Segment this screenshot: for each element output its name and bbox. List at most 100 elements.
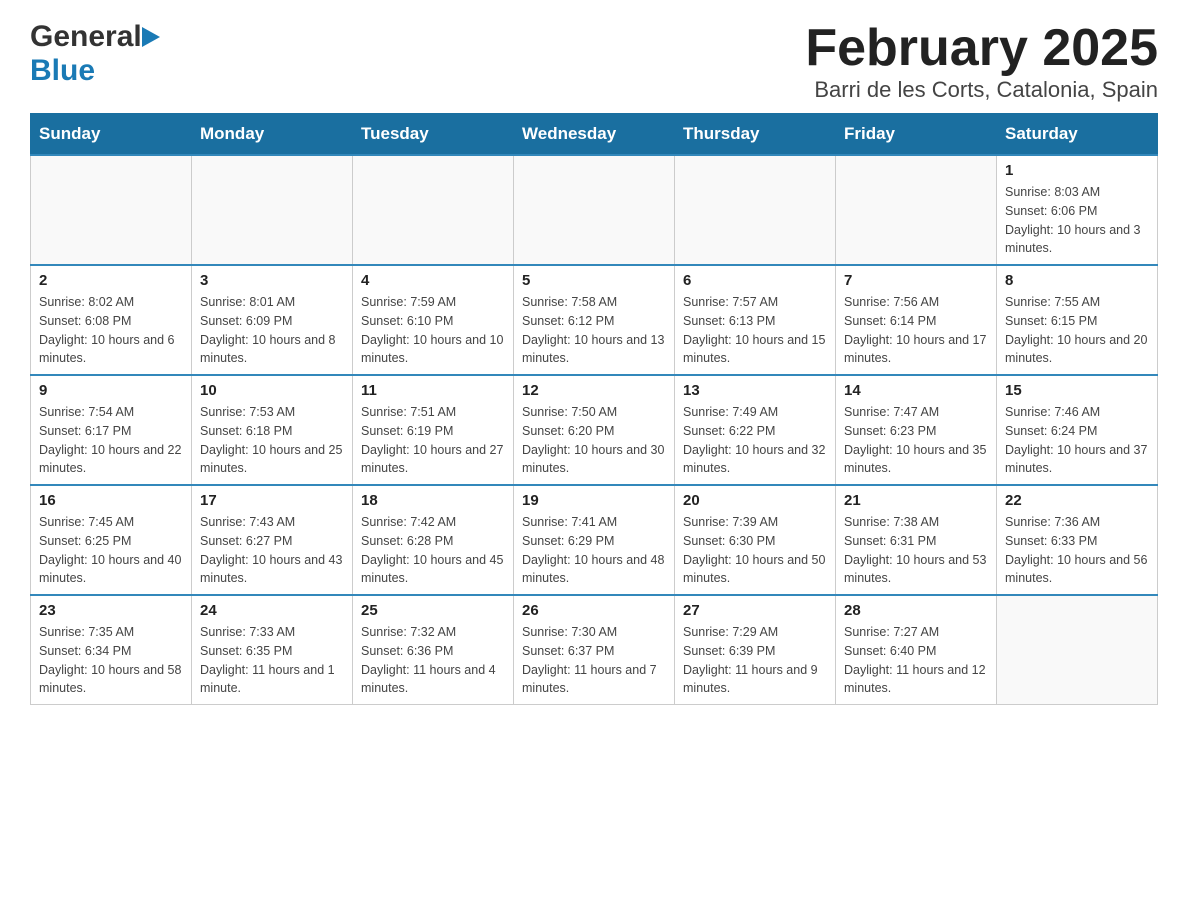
- day-info: Sunrise: 8:01 AM Sunset: 6:09 PM Dayligh…: [200, 293, 344, 368]
- day-info: Sunrise: 7:43 AM Sunset: 6:27 PM Dayligh…: [200, 513, 344, 588]
- day-info: Sunrise: 7:39 AM Sunset: 6:30 PM Dayligh…: [683, 513, 827, 588]
- day-info: Sunrise: 7:53 AM Sunset: 6:18 PM Dayligh…: [200, 403, 344, 478]
- calendar-cell: [836, 155, 997, 265]
- day-number: 4: [361, 272, 505, 289]
- calendar-cell: 5 Sunrise: 7:58 AM Sunset: 6:12 PM Daylig…: [514, 265, 675, 375]
- day-number: 27: [683, 602, 827, 619]
- day-number: 7: [844, 272, 988, 289]
- day-number: 11: [361, 382, 505, 399]
- day-number: 20: [683, 492, 827, 509]
- day-info: Sunrise: 8:02 AM Sunset: 6:08 PM Dayligh…: [39, 293, 183, 368]
- logo: General Blue: [30, 20, 160, 88]
- logo-arrow-icon: [142, 27, 160, 47]
- calendar-cell: [675, 155, 836, 265]
- calendar-cell: 14Sunrise: 7:47 AM Sunset: 6:23 PM Dayli…: [836, 375, 997, 485]
- calendar-cell: 15 Sunrise: 7:46 AM Sunset: 6:24 PM Dayli…: [997, 375, 1158, 485]
- week-row-2: 2 Sunrise: 8:02 AM Sunset: 6:08 PM Daylig…: [31, 265, 1158, 375]
- day-info: Sunrise: 7:57 AM Sunset: 6:13 PM Dayligh…: [683, 293, 827, 368]
- calendar-header-row: SundayMondayTuesdayWednesdayThursdayFrid…: [31, 114, 1158, 156]
- calendar-cell: 1 Sunrise: 8:03 AM Sunset: 6:06 PM Daylig…: [997, 155, 1158, 265]
- day-info: Sunrise: 7:54 AM Sunset: 6:17 PM Dayligh…: [39, 403, 183, 478]
- weekday-header-tuesday: Tuesday: [353, 114, 514, 156]
- day-info: Sunrise: 7:46 AM Sunset: 6:24 PM Dayligh…: [1005, 403, 1149, 478]
- day-info: Sunrise: 8:03 AM Sunset: 6:06 PM Dayligh…: [1005, 183, 1149, 258]
- calendar-cell: 4 Sunrise: 7:59 AM Sunset: 6:10 PM Daylig…: [353, 265, 514, 375]
- calendar-cell: [31, 155, 192, 265]
- day-number: 24: [200, 602, 344, 619]
- calendar-cell: 24 Sunrise: 7:33 AM Sunset: 6:35 PM Dayli…: [192, 595, 353, 705]
- day-number: 2: [39, 272, 183, 289]
- day-info: Sunrise: 7:50 AM Sunset: 6:20 PM Dayligh…: [522, 403, 666, 478]
- weekday-header-wednesday: Wednesday: [514, 114, 675, 156]
- day-number: 16: [39, 492, 183, 509]
- day-info: Sunrise: 7:29 AM Sunset: 6:39 PM Dayligh…: [683, 623, 827, 698]
- day-info: Sunrise: 7:55 AM Sunset: 6:15 PM Dayligh…: [1005, 293, 1149, 368]
- calendar-cell: 27 Sunrise: 7:29 AM Sunset: 6:39 PM Dayli…: [675, 595, 836, 705]
- day-number: 19: [522, 492, 666, 509]
- day-number: 12: [522, 382, 666, 399]
- week-row-5: 23Sunrise: 7:35 AM Sunset: 6:34 PM Dayli…: [31, 595, 1158, 705]
- day-number: 23: [39, 602, 183, 619]
- day-number: 22: [1005, 492, 1149, 509]
- weekday-header-monday: Monday: [192, 114, 353, 156]
- day-info: Sunrise: 7:51 AM Sunset: 6:19 PM Dayligh…: [361, 403, 505, 478]
- calendar-title: February 2025: [805, 20, 1158, 77]
- calendar-cell: 17 Sunrise: 7:43 AM Sunset: 6:27 PM Dayli…: [192, 485, 353, 595]
- day-info: Sunrise: 7:58 AM Sunset: 6:12 PM Dayligh…: [522, 293, 666, 368]
- day-info: Sunrise: 7:38 AM Sunset: 6:31 PM Dayligh…: [844, 513, 988, 588]
- day-info: Sunrise: 7:56 AM Sunset: 6:14 PM Dayligh…: [844, 293, 988, 368]
- calendar-cell: 19 Sunrise: 7:41 AM Sunset: 6:29 PM Dayli…: [514, 485, 675, 595]
- day-number: 28: [844, 602, 988, 619]
- calendar-cell: 6 Sunrise: 7:57 AM Sunset: 6:13 PM Daylig…: [675, 265, 836, 375]
- day-info: Sunrise: 7:42 AM Sunset: 6:28 PM Dayligh…: [361, 513, 505, 588]
- weekday-header-sunday: Sunday: [31, 114, 192, 156]
- calendar-cell: 11 Sunrise: 7:51 AM Sunset: 6:19 PM Dayli…: [353, 375, 514, 485]
- weekday-header-saturday: Saturday: [997, 114, 1158, 156]
- calendar-cell: 20 Sunrise: 7:39 AM Sunset: 6:30 PM Dayli…: [675, 485, 836, 595]
- logo-general-text: General: [30, 20, 142, 54]
- calendar-cell: 10 Sunrise: 7:53 AM Sunset: 6:18 PM Dayli…: [192, 375, 353, 485]
- day-number: 26: [522, 602, 666, 619]
- calendar-cell: 13 Sunrise: 7:49 AM Sunset: 6:22 PM Dayli…: [675, 375, 836, 485]
- day-number: 21: [844, 492, 988, 509]
- calendar-cell: [353, 155, 514, 265]
- day-number: 6: [683, 272, 827, 289]
- day-info: Sunrise: 7:41 AM Sunset: 6:29 PM Dayligh…: [522, 513, 666, 588]
- day-number: 13: [683, 382, 827, 399]
- calendar-cell: 26 Sunrise: 7:30 AM Sunset: 6:37 PM Dayli…: [514, 595, 675, 705]
- calendar-cell: [514, 155, 675, 265]
- day-number: 15: [1005, 382, 1149, 399]
- calendar-cell: 21 Sunrise: 7:38 AM Sunset: 6:31 PM Dayli…: [836, 485, 997, 595]
- day-number: 10: [200, 382, 344, 399]
- day-info: Sunrise: 7:30 AM Sunset: 6:37 PM Dayligh…: [522, 623, 666, 698]
- calendar-cell: 23Sunrise: 7:35 AM Sunset: 6:34 PM Dayli…: [31, 595, 192, 705]
- calendar-cell: 3 Sunrise: 8:01 AM Sunset: 6:09 PM Daylig…: [192, 265, 353, 375]
- logo-blue-text: Blue: [30, 54, 95, 87]
- day-number: 5: [522, 272, 666, 289]
- calendar-cell: 22 Sunrise: 7:36 AM Sunset: 6:33 PM Dayli…: [997, 485, 1158, 595]
- day-info: Sunrise: 7:49 AM Sunset: 6:22 PM Dayligh…: [683, 403, 827, 478]
- calendar-cell: 8 Sunrise: 7:55 AM Sunset: 6:15 PM Daylig…: [997, 265, 1158, 375]
- day-number: 8: [1005, 272, 1149, 289]
- day-info: Sunrise: 7:47 AM Sunset: 6:23 PM Dayligh…: [844, 403, 988, 478]
- weekday-header-friday: Friday: [836, 114, 997, 156]
- week-row-4: 16Sunrise: 7:45 AM Sunset: 6:25 PM Dayli…: [31, 485, 1158, 595]
- day-number: 17: [200, 492, 344, 509]
- calendar-cell: 12 Sunrise: 7:50 AM Sunset: 6:20 PM Dayli…: [514, 375, 675, 485]
- day-number: 3: [200, 272, 344, 289]
- week-row-1: 1 Sunrise: 8:03 AM Sunset: 6:06 PM Daylig…: [31, 155, 1158, 265]
- day-info: Sunrise: 7:36 AM Sunset: 6:33 PM Dayligh…: [1005, 513, 1149, 588]
- calendar-cell: 7 Sunrise: 7:56 AM Sunset: 6:14 PM Daylig…: [836, 265, 997, 375]
- calendar-cell: 28 Sunrise: 7:27 AM Sunset: 6:40 PM Dayli…: [836, 595, 997, 705]
- day-number: 1: [1005, 162, 1149, 179]
- calendar-cell: 18 Sunrise: 7:42 AM Sunset: 6:28 PM Dayli…: [353, 485, 514, 595]
- day-info: Sunrise: 7:33 AM Sunset: 6:35 PM Dayligh…: [200, 623, 344, 698]
- day-info: Sunrise: 7:59 AM Sunset: 6:10 PM Dayligh…: [361, 293, 505, 368]
- day-number: 25: [361, 602, 505, 619]
- calendar-cell: [192, 155, 353, 265]
- calendar-cell: [997, 595, 1158, 705]
- day-info: Sunrise: 7:32 AM Sunset: 6:36 PM Dayligh…: [361, 623, 505, 698]
- weekday-header-thursday: Thursday: [675, 114, 836, 156]
- day-number: 18: [361, 492, 505, 509]
- day-info: Sunrise: 7:27 AM Sunset: 6:40 PM Dayligh…: [844, 623, 988, 698]
